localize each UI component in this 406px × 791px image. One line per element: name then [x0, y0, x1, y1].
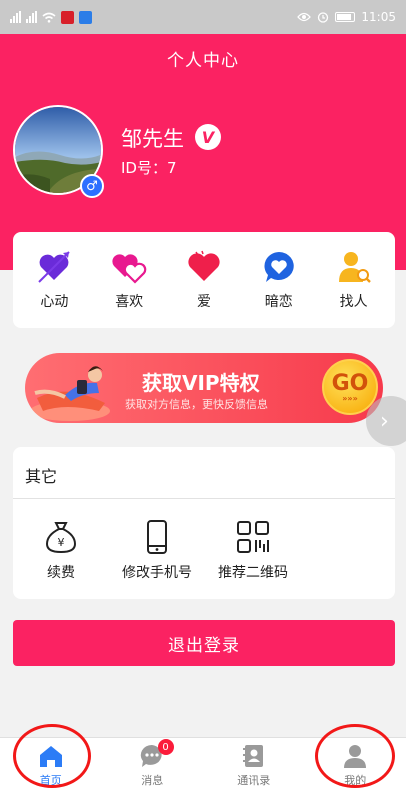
- page-title: 个人中心: [167, 51, 239, 71]
- reading-girl-illustration: [30, 366, 110, 421]
- svg-text:¥: ¥: [58, 536, 65, 549]
- tab-mine[interactable]: 我的: [305, 738, 406, 791]
- status-icons-right: 11:05: [297, 10, 396, 24]
- person-icon: [344, 745, 367, 768]
- status-time: 11:05: [361, 10, 396, 24]
- heart-icon: [188, 250, 220, 281]
- app-notification-icon: [61, 10, 74, 24]
- quick-action-heartbeat[interactable]: 心动: [19, 249, 89, 311]
- change-phone-label: 修改手机号: [122, 565, 192, 581]
- heart-arrow-icon: [38, 251, 71, 283]
- quick-action-label: 心动: [40, 294, 69, 310]
- signal-icon-2: [26, 11, 37, 23]
- go-label: GO: [331, 371, 369, 396]
- user-name: 邹先生: [121, 127, 184, 151]
- user-id: ID号：7: [121, 159, 177, 177]
- status-bar: 11:05: [0, 0, 406, 34]
- quick-action-label: 喜欢: [115, 294, 144, 310]
- tab-messages[interactable]: 0 消息: [102, 738, 204, 791]
- logout-button[interactable]: 退出登录: [13, 620, 395, 666]
- tab-home[interactable]: 首页: [0, 738, 102, 791]
- vip-badge-icon: V: [195, 124, 221, 150]
- quick-actions-card: 心动 喜欢 爱 暗恋 找人: [13, 232, 395, 328]
- wifi-icon: [42, 12, 56, 23]
- alarm-icon: [318, 12, 329, 23]
- quick-action-label: 找人: [339, 294, 368, 310]
- vip-banner-title: 获取VIP特权: [142, 371, 260, 395]
- vip-banner-subtitle: 获取对方信息，更快反馈信息: [125, 398, 268, 411]
- qr-code-icon: [237, 521, 269, 553]
- tab-label: 我的: [344, 774, 367, 787]
- unread-count-badge: 0: [157, 739, 174, 755]
- change-phone-button[interactable]: 修改手机号: [109, 519, 205, 582]
- battery-icon: [335, 12, 356, 22]
- quick-action-like[interactable]: 喜欢: [94, 249, 164, 311]
- app-notification-icon-2: [79, 10, 92, 24]
- quick-action-label: 爱: [196, 294, 211, 310]
- contacts-icon: [242, 745, 263, 767]
- status-icons-left: [10, 10, 92, 24]
- qr-code-label: 推荐二维码: [218, 565, 288, 581]
- renew-label: 续费: [47, 565, 75, 581]
- signal-icon: [10, 11, 21, 23]
- eye-icon: [297, 12, 312, 22]
- quick-action-crush[interactable]: 暗恋: [244, 249, 314, 311]
- chat-heart-icon: [264, 252, 294, 282]
- quick-action-label: 暗恋: [264, 294, 293, 310]
- phone-icon: [147, 520, 167, 554]
- other-section-card: 其它 ¥ 续费 修改手机号 推荐二维码: [13, 447, 395, 599]
- tab-contacts[interactable]: 通讯录: [203, 738, 305, 791]
- bottom-tab-bar: 首页 0 消息 通讯录 我的: [0, 737, 406, 791]
- quick-action-love[interactable]: 爱: [169, 249, 239, 311]
- section-title: 其它: [25, 467, 58, 486]
- double-heart-icon: [112, 254, 147, 284]
- vip-banner[interactable]: 获取VIP特权 获取对方信息，更快反馈信息 GO »»»: [25, 353, 383, 423]
- section-divider: [13, 498, 395, 499]
- other-items-row: ¥ 续费 修改手机号 推荐二维码: [13, 519, 395, 582]
- tab-label: 通讯录: [237, 774, 271, 787]
- go-arrows-icon: »»»: [342, 394, 358, 403]
- side-arrow-button[interactable]: ›: [366, 396, 406, 446]
- find-person-icon: [338, 252, 371, 283]
- tab-label: 消息: [141, 774, 164, 787]
- tab-label: 首页: [39, 774, 62, 787]
- renew-button[interactable]: ¥ 续费: [13, 519, 109, 582]
- money-bag-icon: ¥: [45, 522, 77, 554]
- quick-action-find-person[interactable]: 找人: [319, 249, 389, 311]
- male-gender-icon: ♂: [80, 174, 104, 198]
- qr-code-button[interactable]: 推荐二维码: [205, 519, 301, 582]
- home-icon: [39, 746, 62, 767]
